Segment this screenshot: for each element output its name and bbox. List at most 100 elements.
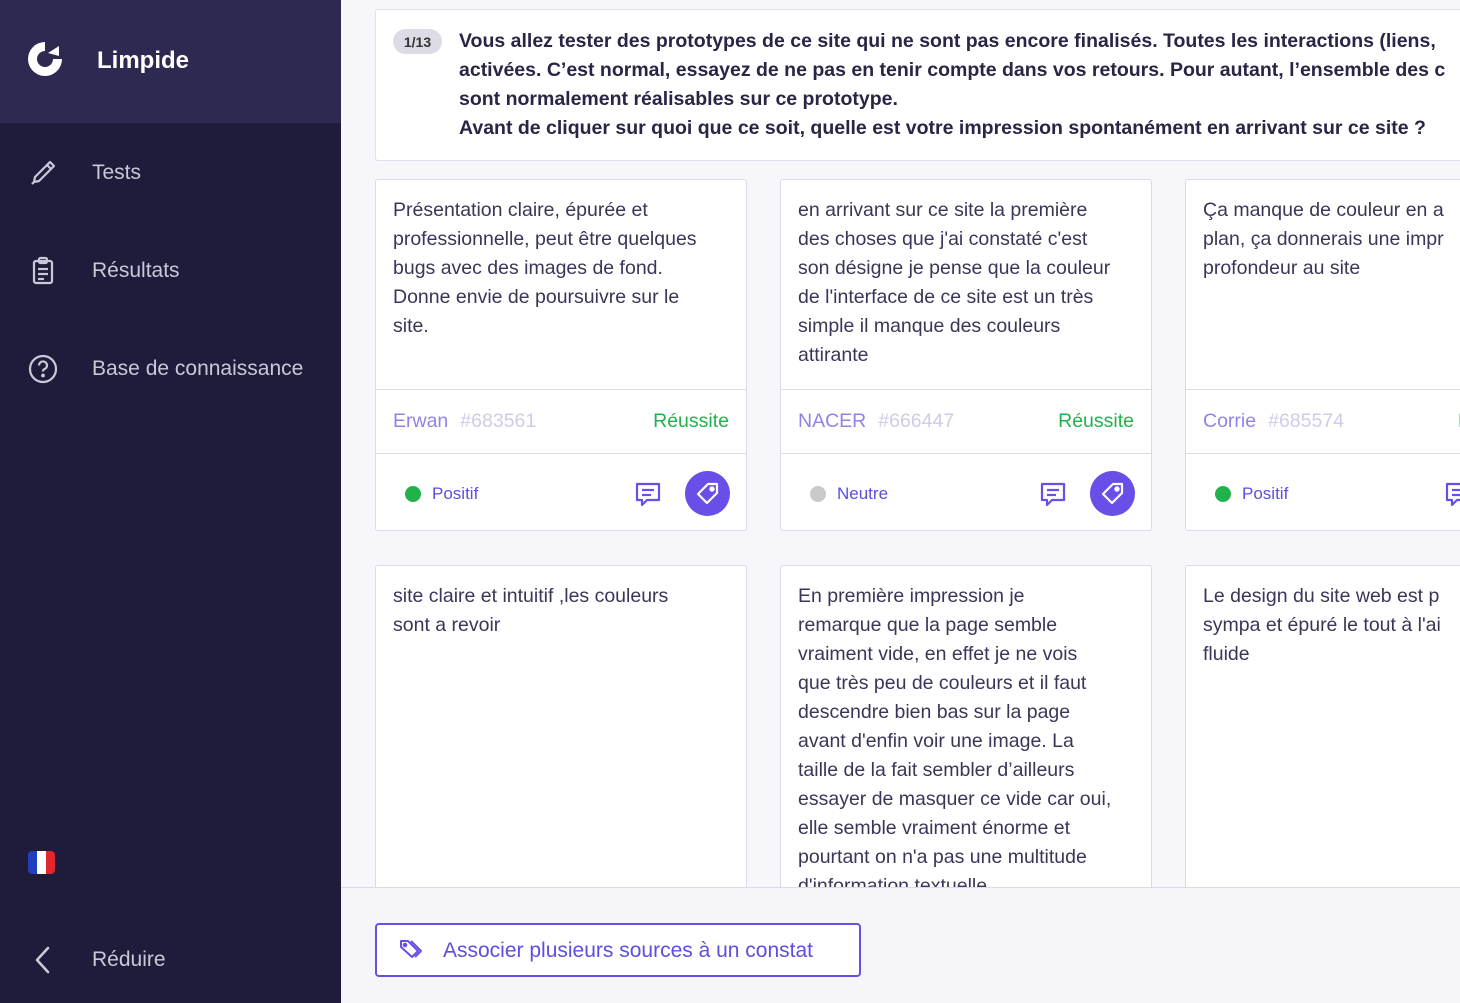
sidebar-item-label: Base de connaissance: [92, 357, 304, 380]
answer-line: sont a revoir: [393, 614, 501, 636]
status-label: Réussite: [653, 410, 729, 432]
sidebar-item-label: Tests: [92, 161, 142, 184]
sentiment-dot-icon: [405, 486, 421, 502]
answer-line: essayer de masquer ce vide car oui,: [798, 788, 1112, 810]
answer-line: fluide: [1203, 643, 1250, 665]
answer-line: d'information textuelle: [798, 875, 988, 887]
sentiment-badge[interactable]: Positif: [405, 484, 478, 504]
answer-card[interactable]: En première impression je remarque que l…: [780, 565, 1152, 887]
answer-line: vraiment vide, en effet je ne vois: [798, 643, 1078, 665]
answer-line: pourtant on n'a pas une multitude: [798, 846, 1087, 868]
question-line: Avant de cliquer sur quoi que ce soit, q…: [459, 117, 1426, 139]
sentiment-badge[interactable]: Positif: [1215, 484, 1288, 504]
associate-sources-label: Associer plusieurs sources à un constat: [443, 939, 814, 962]
tester-info: Erwan #683561: [393, 410, 536, 433]
tag-icon: [1101, 482, 1123, 504]
answer-line: sympa et épuré le tout à l'ai: [1203, 614, 1441, 636]
comment-icon[interactable]: [1443, 479, 1460, 509]
answer-line: plan, ça donnerais une impr: [1203, 228, 1444, 250]
question-panel: 1/13 Vous allez tester des prototypes de…: [375, 9, 1460, 161]
chevron-left-icon: [26, 943, 60, 977]
card-footer: Positif: [376, 453, 746, 530]
status-label: Réussite: [1058, 410, 1134, 432]
app-name: Limpide: [97, 47, 190, 74]
answer-text: site claire et intuitif ,les couleurs so…: [393, 582, 733, 640]
answer-line: Le design du site web est p: [1203, 585, 1440, 607]
answer-text: Le design du site web est p sympa et épu…: [1203, 582, 1460, 669]
sentiment-label: Positif: [1242, 484, 1289, 503]
associate-sources-button[interactable]: Associer plusieurs sources à un constat: [375, 923, 861, 977]
sidebar: Limpide Tests Résultats Base de connaiss…: [0, 0, 341, 1003]
card-meta: Erwan #683561 Réussite: [376, 389, 746, 453]
main-content: 1/13 Vous allez tester des prototypes de…: [341, 0, 1460, 887]
answer-card[interactable]: en arrivant sur ce site la première des …: [780, 179, 1152, 531]
tag-button[interactable]: [685, 471, 730, 516]
answer-line: site.: [393, 315, 429, 337]
limpide-logo-icon: [28, 42, 62, 76]
answer-line: profondeur au site: [1203, 257, 1361, 279]
tester-name[interactable]: Erwan: [393, 410, 448, 432]
tester-id: #683561: [460, 410, 537, 432]
question-text: Vous allez tester des prototypes de ce s…: [459, 27, 1460, 143]
sentiment-label: Positif: [432, 484, 479, 503]
collapse-label: Réduire: [92, 948, 166, 971]
answer-line: en arrivant sur ce site la première: [798, 199, 1088, 221]
question-line: sont normalement réalisables sur ce prot…: [459, 88, 898, 110]
question-counter-badge: 1/13: [393, 29, 442, 54]
comment-icon[interactable]: [1038, 479, 1068, 509]
answer-line: taille de la fait sembler d’ailleurs: [798, 759, 1075, 781]
tester-id: #666447: [878, 410, 955, 432]
tester-name[interactable]: Corrie: [1203, 410, 1256, 432]
comment-icon[interactable]: [633, 479, 663, 509]
collapse-sidebar-button[interactable]: Réduire: [0, 935, 341, 985]
tester-id: #685574: [1268, 410, 1345, 432]
sentiment-dot-icon: [1215, 486, 1231, 502]
clipboard-icon: [26, 254, 60, 288]
pen-icon: [26, 156, 60, 190]
sidebar-item-base-de-connaissance[interactable]: Base de connaissance: [0, 344, 341, 394]
question-line: Vous allez tester des prototypes de ce s…: [459, 30, 1436, 52]
answer-card[interactable]: Ça manque de couleur en a plan, ça donne…: [1185, 179, 1460, 531]
sentiment-label: Neutre: [837, 484, 889, 503]
sidebar-item-resultats[interactable]: Résultats: [0, 246, 341, 296]
answer-line: professionnelle, peut être quelques: [393, 228, 697, 250]
tester-name[interactable]: NACER: [798, 410, 866, 432]
answer-text: En première impression je remarque que l…: [798, 582, 1138, 887]
sentiment-badge[interactable]: Neutre: [810, 484, 888, 504]
answer-text: en arrivant sur ce site la première des …: [798, 196, 1138, 370]
tag-button[interactable]: [1090, 471, 1135, 516]
answer-line: elle semble vraiment énorme et: [798, 817, 1071, 839]
answer-line: de l'interface de ce site est un très: [798, 286, 1094, 308]
answer-line: son désigne je pense que la couleur: [798, 257, 1111, 279]
card-meta: Corrie#685574 R: [1186, 389, 1460, 453]
answer-line: Ça manque de couleur en a: [1203, 199, 1444, 221]
card-footer: Positif: [1186, 453, 1460, 530]
card-meta: NACER #666447 Réussite: [781, 389, 1151, 453]
answer-text: Ça manque de couleur en a plan, ça donne…: [1203, 196, 1460, 283]
answer-line: que très peu de couleurs et il faut: [798, 672, 1087, 694]
answer-line: Donne envie de poursuivre sur le: [393, 286, 680, 308]
answer-card[interactable]: Le design du site web est p sympa et épu…: [1185, 565, 1460, 887]
french-flag-icon[interactable]: [28, 851, 55, 874]
tag-icon: [696, 482, 718, 504]
help-circle-icon: [26, 352, 60, 386]
answer-line: site claire et intuitif ,les couleurs: [393, 585, 669, 607]
answer-line: des choses que j'ai constaté c'est: [798, 228, 1088, 250]
tester-info: NACER #666447: [798, 410, 954, 433]
tester-info: Corrie #685574: [1203, 410, 1344, 433]
answer-line: bugs avec des images de fond.: [393, 257, 663, 279]
sidebar-item-tests[interactable]: Tests: [0, 148, 341, 198]
sidebar-item-label: Résultats: [92, 259, 180, 282]
answer-card[interactable]: site claire et intuitif ,les couleurs so…: [375, 565, 747, 887]
answer-line: remarque que la page semble: [798, 614, 1058, 636]
tag-icon: [400, 940, 422, 958]
bottom-action-bar: Associer plusieurs sources à un constat: [341, 887, 1460, 1003]
answer-line: Présentation claire, épurée et: [393, 199, 648, 221]
answer-line: descendre bien bas sur la page: [798, 701, 1071, 723]
answer-line: attirante: [798, 344, 869, 366]
card-footer: Neutre: [781, 453, 1151, 530]
brand-header[interactable]: Limpide: [0, 0, 341, 123]
answer-text: Présentation claire, épurée et professio…: [393, 196, 733, 341]
answer-card[interactable]: Présentation claire, épurée et professio…: [375, 179, 747, 531]
sentiment-dot-icon: [810, 486, 826, 502]
